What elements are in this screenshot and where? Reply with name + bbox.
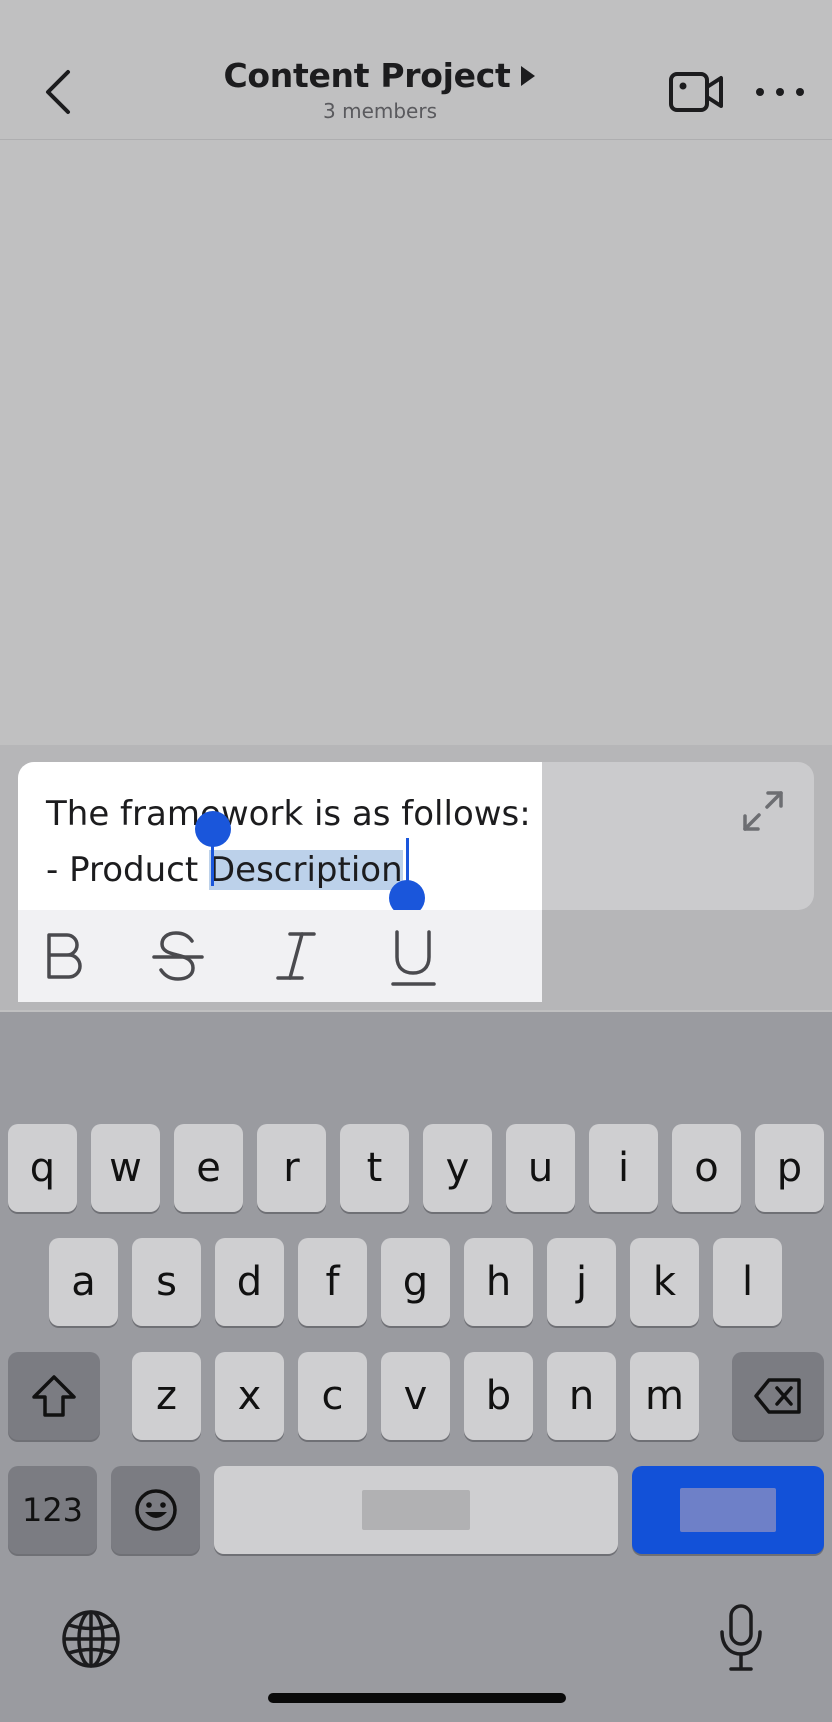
key-v[interactable]: v bbox=[381, 1352, 450, 1440]
key-w[interactable]: w bbox=[91, 1124, 160, 1212]
message-input[interactable]: The framework is as follows: - Product D… bbox=[46, 786, 546, 898]
chat-title-group[interactable]: Content Project 3 members bbox=[180, 56, 580, 123]
backspace-icon bbox=[754, 1378, 801, 1414]
expand-arrows-icon bbox=[743, 791, 783, 831]
message-line-1: The framework is as follows: bbox=[46, 794, 531, 834]
back-button[interactable] bbox=[36, 62, 80, 122]
key-g[interactable]: g bbox=[381, 1238, 450, 1326]
chat-header: Content Project 3 members bbox=[0, 0, 832, 140]
message-line-2: - Product Description bbox=[46, 842, 546, 898]
backspace-key[interactable] bbox=[732, 1352, 824, 1440]
member-count: 3 members bbox=[323, 99, 437, 123]
key-q[interactable]: q bbox=[8, 1124, 77, 1212]
key-r[interactable]: r bbox=[257, 1124, 326, 1212]
key-i[interactable]: i bbox=[589, 1124, 658, 1212]
selection-handle-start[interactable] bbox=[195, 811, 231, 847]
italic-button[interactable] bbox=[266, 924, 326, 988]
key-a[interactable]: a bbox=[49, 1238, 118, 1326]
key-u[interactable]: u bbox=[506, 1124, 575, 1212]
key-j[interactable]: j bbox=[547, 1238, 616, 1326]
key-y[interactable]: y bbox=[423, 1124, 492, 1212]
key-k[interactable]: k bbox=[630, 1238, 699, 1326]
underline-icon bbox=[391, 930, 436, 986]
strikethrough-icon bbox=[152, 931, 204, 981]
italic-icon bbox=[276, 932, 316, 980]
selected-text[interactable]: Description bbox=[208, 850, 403, 890]
return-label-redacted bbox=[680, 1488, 776, 1532]
key-b[interactable]: b bbox=[464, 1352, 533, 1440]
key-f[interactable]: f bbox=[298, 1238, 367, 1326]
message-line-2-prefix: - Product bbox=[46, 850, 209, 890]
return-key[interactable] bbox=[632, 1466, 824, 1554]
space-label-redacted bbox=[362, 1490, 470, 1530]
key-c[interactable]: c bbox=[298, 1352, 367, 1440]
key-m[interactable]: m bbox=[630, 1352, 699, 1440]
video-camera-icon bbox=[669, 72, 723, 112]
space-key[interactable] bbox=[214, 1466, 618, 1554]
chat-title[interactable]: Content Project bbox=[224, 56, 511, 95]
bold-icon bbox=[47, 933, 82, 979]
key-t[interactable]: t bbox=[340, 1124, 409, 1212]
key-z[interactable]: z bbox=[132, 1352, 201, 1440]
dictation-button[interactable] bbox=[716, 1602, 766, 1674]
more-options-button[interactable] bbox=[752, 74, 808, 110]
key-h[interactable]: h bbox=[464, 1238, 533, 1326]
key-l[interactable]: l bbox=[713, 1238, 782, 1326]
key-p[interactable]: p bbox=[755, 1124, 824, 1212]
formatting-toolbar bbox=[18, 910, 542, 1002]
expand-editor-button[interactable] bbox=[740, 788, 786, 834]
key-x[interactable]: x bbox=[215, 1352, 284, 1440]
selection-caret-end bbox=[406, 838, 409, 886]
bold-button[interactable] bbox=[40, 924, 100, 988]
globe-icon bbox=[62, 1610, 120, 1668]
key-e[interactable]: e bbox=[174, 1124, 243, 1212]
microphone-icon bbox=[720, 1604, 762, 1671]
numbers-key[interactable]: 123 bbox=[8, 1466, 97, 1554]
triangle-right-icon bbox=[521, 65, 536, 86]
emoji-key[interactable] bbox=[111, 1466, 200, 1554]
key-s[interactable]: s bbox=[132, 1238, 201, 1326]
strikethrough-button[interactable] bbox=[148, 924, 208, 988]
underline-button[interactable] bbox=[384, 924, 444, 988]
more-dots-icon bbox=[756, 88, 804, 96]
key-n[interactable]: n bbox=[547, 1352, 616, 1440]
home-indicator[interactable] bbox=[268, 1693, 566, 1703]
shift-arrow-icon bbox=[32, 1375, 76, 1417]
key-o[interactable]: o bbox=[672, 1124, 741, 1212]
video-call-button[interactable] bbox=[668, 68, 724, 116]
shift-key[interactable] bbox=[8, 1352, 100, 1440]
key-d[interactable]: d bbox=[215, 1238, 284, 1326]
globe-button[interactable] bbox=[60, 1608, 122, 1670]
emoji-face-icon bbox=[134, 1489, 177, 1531]
chevron-left-icon bbox=[46, 70, 70, 114]
